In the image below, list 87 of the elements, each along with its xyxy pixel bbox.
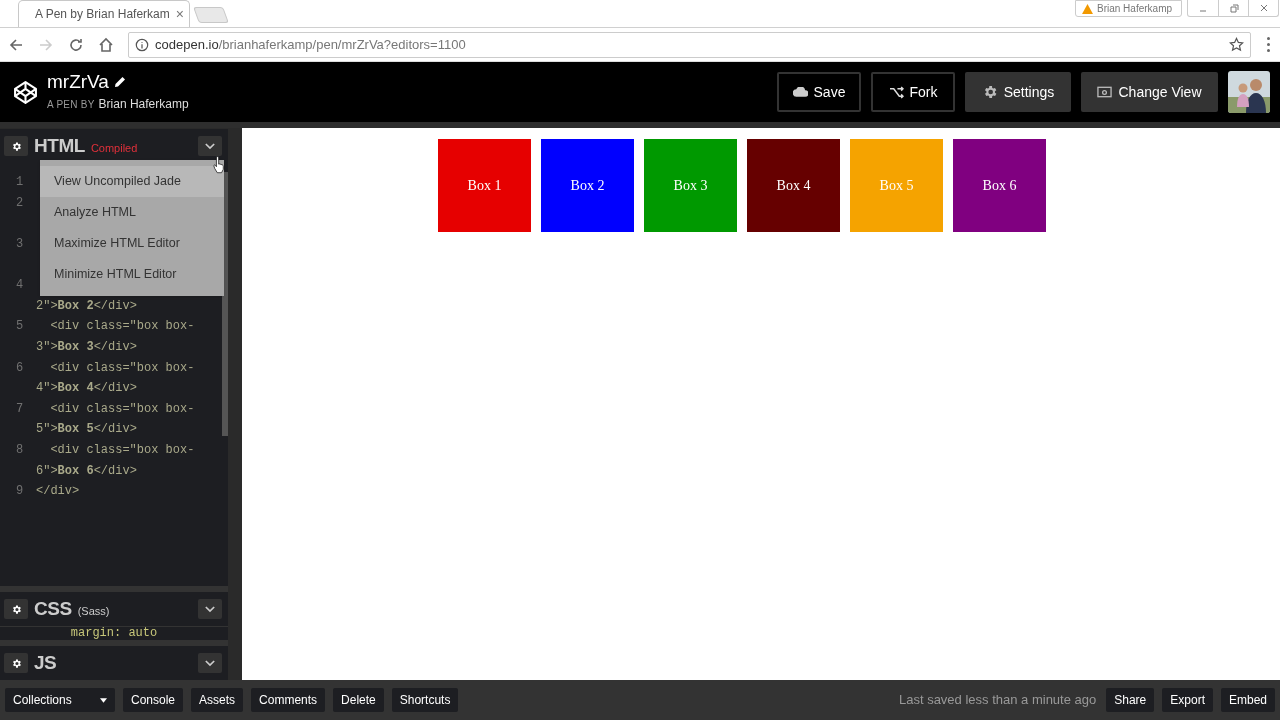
code-line: <div class="box box- [49, 359, 195, 377]
chevron-down-icon [205, 605, 215, 613]
code-line: 5">Box 5</div> [36, 421, 137, 439]
line-number: 7 [15, 400, 25, 418]
edit-title-button[interactable] [113, 76, 126, 88]
menu-item[interactable]: Analyze HTML [40, 197, 224, 228]
code-line: <div class="box box- [49, 318, 195, 336]
editor-subtitle: (Sass) [77, 604, 110, 620]
caret-icon [100, 697, 107, 703]
close-tab-button[interactable]: × [175, 3, 184, 25]
info-icon [135, 37, 149, 52]
line-number: 5 [15, 318, 25, 336]
code-line: 4">Box 4</div> [36, 380, 137, 398]
byline-label: A PEN BY [47, 98, 95, 112]
colored-box: Box 3 [644, 139, 737, 232]
colored-box: Box 4 [747, 139, 840, 232]
hand-cursor-icon [213, 156, 225, 174]
browser-tab[interactable]: A Pen by Brian Haferkam × [18, 0, 190, 27]
menu-item[interactable]: View Uncompiled Jade [40, 166, 224, 197]
home-button[interactable] [98, 36, 114, 53]
settings-icon [10, 657, 22, 669]
code-line: <div class="box box- [49, 400, 195, 418]
settings-icon [10, 603, 22, 615]
fork-button[interactable]: Fork [871, 72, 955, 112]
profile-button[interactable]: Brian Haferkamp [1075, 0, 1182, 17]
settings-button[interactable]: Settings [965, 72, 1071, 112]
address-field[interactable]: codepen.io/brianhaferkamp/pen/mrZrVa?editors=1100 [128, 31, 1251, 58]
colored-box: Box 2 [541, 139, 634, 232]
settings-button[interactable] [4, 653, 28, 673]
menu-item[interactable]: Minimize HTML Editor [40, 259, 224, 290]
cloud-icon [792, 87, 808, 97]
editor-menu-button[interactable] [198, 599, 222, 619]
save-status: Last saved less than a minute ago [898, 691, 1097, 710]
colored-box: Box 1 [438, 139, 531, 232]
chevron-down-icon [205, 659, 215, 667]
tab-title: A Pen by Brian Haferkam [35, 6, 170, 23]
line-number: 8 [15, 442, 25, 459]
collections-dropdown[interactable]: Collections [5, 688, 115, 712]
url-text: codepen.io/brianhaferkamp/pen/mrZrVa?editors=1100 [155, 35, 466, 54]
chevron-down-icon [205, 142, 215, 150]
editor-title: HTML [34, 133, 85, 158]
bookmark-star-icon[interactable] [1229, 37, 1244, 52]
logo-icon [13, 79, 38, 105]
line-number: 2 [15, 194, 25, 212]
code-line: </div> [36, 483, 80, 501]
settings-icon [10, 140, 22, 152]
code-line: 3">Box 3</div> [36, 339, 137, 357]
colored-box: Box 6 [953, 139, 1046, 232]
editor-title: JS [34, 650, 57, 675]
settings-button[interactable] [4, 599, 28, 619]
code-line: 6">Box 6</div> [36, 462, 137, 480]
menu-item[interactable]: Maximize HTML Editor [40, 228, 224, 259]
footer-button[interactable]: Assets [191, 688, 244, 712]
footer-button[interactable]: Embed [1220, 688, 1275, 712]
code-line: margin: auto [69, 627, 158, 640]
line-number: 9 [15, 483, 25, 501]
back-button[interactable] [8, 36, 24, 53]
line-number: 4 [15, 277, 25, 295]
footer-button[interactable]: Shortcuts [391, 688, 459, 712]
footer-button[interactable]: Share [1106, 688, 1155, 712]
author-link[interactable]: Brian Haferkamp [98, 95, 189, 113]
code-line: <div class="box box- [49, 442, 195, 459]
fork-icon [888, 85, 904, 99]
change-view-button[interactable]: Change View [1081, 72, 1218, 112]
profile-name: Brian Haferkamp [1097, 2, 1173, 16]
menu-button[interactable] [1265, 37, 1272, 52]
editor-menu-button[interactable] [198, 653, 222, 673]
pen-title: mrZrVa [47, 71, 109, 93]
settings-button[interactable] [4, 136, 28, 156]
footer-button[interactable]: Export [1162, 688, 1213, 712]
restore-icon[interactable] [1227, 3, 1240, 13]
editor-menu-button[interactable] [198, 136, 222, 156]
footer-button[interactable]: Console [123, 688, 184, 712]
footer-button[interactable]: Delete [333, 688, 384, 712]
line-number: 1 [15, 174, 25, 192]
reload-button[interactable] [68, 36, 84, 53]
warning-icon [1082, 3, 1093, 14]
line-number: 6 [15, 359, 25, 377]
editor-subtitle: Compiled [90, 141, 138, 157]
editor-title: CSS [34, 596, 72, 621]
colored-box: Box 5 [850, 139, 943, 232]
footer-button[interactable]: Comments [251, 688, 326, 712]
code-line: 2">Box 2</div> [36, 297, 137, 315]
avatar[interactable] [1228, 71, 1270, 113]
window-icon [1097, 86, 1113, 98]
line-number: 3 [15, 236, 25, 254]
save-button[interactable]: Save [777, 72, 861, 112]
